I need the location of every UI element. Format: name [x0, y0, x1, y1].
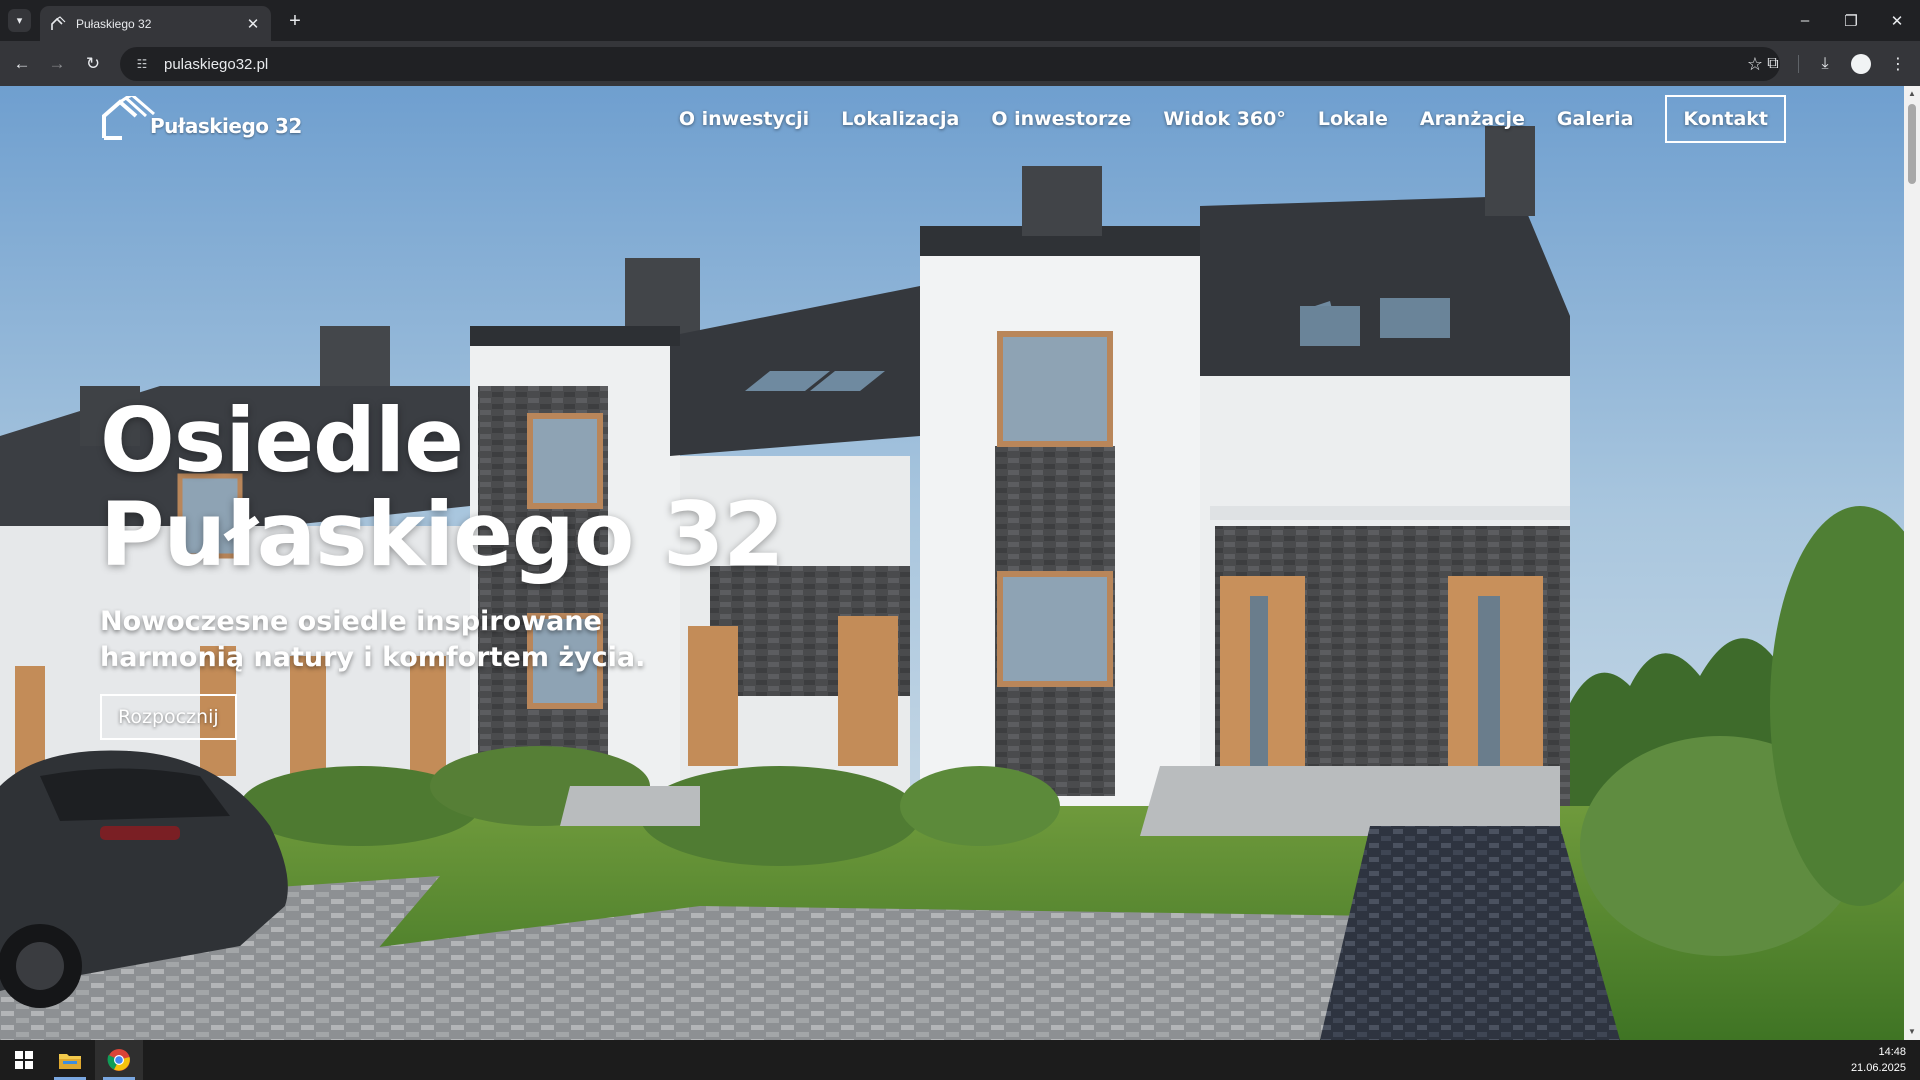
- reload-icon[interactable]: ↻: [81, 52, 105, 76]
- menu-icon[interactable]: ⋮: [1886, 52, 1910, 76]
- clock-time: 14:48: [1878, 1046, 1906, 1058]
- start-button[interactable]: Rozpocznij: [100, 694, 237, 740]
- scroll-up-icon[interactable]: ▲: [1907, 89, 1917, 99]
- main-navigation: O inwestycji Lokalizacja O inwestorze Wi…: [647, 95, 1786, 143]
- site-logo[interactable]: Pułaskiego 32: [100, 96, 302, 140]
- minimize-icon[interactable]: –: [1782, 0, 1828, 41]
- nav-o-inwestorze[interactable]: O inwestorze: [991, 108, 1131, 130]
- hero-title-line1: Osiedle: [100, 389, 464, 492]
- clock-date: 21.06.2025: [1850, 1062, 1906, 1074]
- windows-taskbar: 14:48 21.06.2025: [0, 1040, 1920, 1080]
- close-window-icon[interactable]: ✕: [1874, 0, 1920, 41]
- site-favicon-icon: [51, 15, 66, 30]
- tab-search-icon[interactable]: ▾: [8, 9, 31, 32]
- browser-tab[interactable]: Pułaskiego 32 ✕: [40, 6, 271, 41]
- window-controls: – ❐ ✕: [1782, 0, 1920, 41]
- page-viewport: Pułaskiego 32 O inwestycji Lokalizacja O…: [0, 86, 1920, 1040]
- hero-section: Osiedle Pułaskiego 32 Nowoczesne osiedle…: [100, 394, 820, 740]
- plus-icon[interactable]: +: [282, 8, 308, 34]
- file-explorer-icon[interactable]: [46, 1040, 94, 1080]
- tab-title: Pułaskiego 32: [76, 16, 152, 31]
- download-icon[interactable]: ⤓: [1813, 52, 1837, 76]
- scroll-down-icon[interactable]: ▼: [1907, 1027, 1917, 1037]
- page-scrollbar[interactable]: ▲ ▼: [1904, 86, 1920, 1040]
- browser-toolbar: ← → ↻ ☷ pulaskiego32.pl ☆ ⧉ ⤓ ⋮: [0, 41, 1920, 86]
- house-logo-icon: [102, 96, 155, 140]
- nav-widok-360[interactable]: Widok 360°: [1163, 108, 1286, 130]
- contact-button[interactable]: Kontakt: [1665, 95, 1786, 143]
- hero-title: Osiedle Pułaskiego 32: [100, 394, 820, 582]
- profile-icon[interactable]: [1851, 54, 1871, 74]
- close-icon[interactable]: ✕: [245, 15, 261, 33]
- hero-subtitle: Nowoczesne osiedle inspirowane harmonią …: [100, 606, 646, 673]
- windows-start-icon[interactable]: [0, 1040, 48, 1080]
- site-header: Pułaskiego 32 O inwestycji Lokalizacja O…: [0, 86, 1904, 170]
- toolbar-divider: [1798, 55, 1799, 73]
- google-chrome-icon[interactable]: [95, 1040, 143, 1080]
- system-clock[interactable]: 14:48 21.06.2025: [1851, 1044, 1906, 1076]
- logo-text: Pułaskiego 32: [150, 114, 302, 138]
- scrollbar-thumb[interactable]: [1908, 104, 1916, 184]
- url-text[interactable]: pulaskiego32.pl: [164, 56, 1740, 73]
- back-icon[interactable]: ←: [10, 52, 34, 76]
- browser-tab-bar: ▾ Pułaskiego 32 ✕ + – ❐ ✕: [0, 0, 1920, 41]
- site-info-icon[interactable]: ☷: [132, 54, 152, 74]
- nav-galeria[interactable]: Galeria: [1557, 108, 1634, 130]
- nav-lokalizacja[interactable]: Lokalizacja: [841, 108, 959, 130]
- restore-icon[interactable]: ❐: [1828, 0, 1874, 41]
- address-bar[interactable]: ☷ pulaskiego32.pl ☆: [120, 47, 1780, 81]
- nav-o-inwestycji[interactable]: O inwestycji: [679, 108, 809, 130]
- hero-title-line2: Pułaskiego 32: [100, 483, 784, 586]
- nav-aranzacje[interactable]: Aranżacje: [1420, 108, 1525, 130]
- forward-icon[interactable]: →: [45, 52, 69, 76]
- nav-lokale[interactable]: Lokale: [1318, 108, 1388, 130]
- extensions-icon[interactable]: ⧉: [1761, 52, 1785, 76]
